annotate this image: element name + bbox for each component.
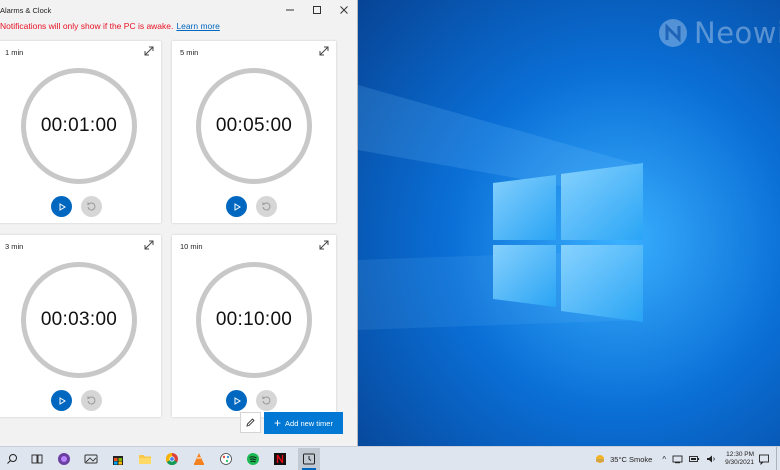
reset-timer-button[interactable]: [81, 390, 102, 411]
minimize-button[interactable]: [276, 0, 303, 20]
notification-center-icon[interactable]: [758, 453, 770, 465]
vlc-icon: [194, 453, 204, 465]
clock-time: 12:30 PM: [726, 450, 754, 458]
timer-card[interactable]: 3 min 00:03:00: [0, 235, 161, 417]
expand-icon[interactable]: [318, 45, 330, 57]
show-desktop-button[interactable]: [776, 447, 780, 470]
weather-text[interactable]: 35°C Smoke: [610, 455, 652, 464]
timer-dial: 00:05:00: [196, 68, 312, 184]
add-timer-label: Add new timer: [285, 418, 333, 428]
reset-timer-button[interactable]: [256, 390, 277, 411]
chrome-icon: [165, 453, 178, 466]
alarms-clock-window: Alarms & Clock Notifications will only s…: [0, 0, 358, 446]
expand-icon[interactable]: [143, 45, 155, 57]
netflix-icon: [274, 453, 286, 465]
taskbar-photos-button[interactable]: [83, 451, 99, 467]
timer-name: 3 min: [5, 242, 24, 251]
close-icon: [339, 6, 348, 14]
play-icon: [59, 202, 66, 211]
weather-icon[interactable]: [594, 453, 606, 465]
expand-icon[interactable]: [143, 239, 155, 251]
firefox-icon: [58, 453, 70, 465]
volume-icon[interactable]: [706, 454, 717, 464]
maximize-icon: [312, 6, 321, 14]
learn-more-link[interactable]: Learn more: [176, 21, 219, 31]
taskbar-vlc-button[interactable]: [191, 451, 207, 467]
plus-icon: +: [274, 416, 282, 430]
reset-timer-button[interactable]: [81, 196, 102, 217]
taskbar-clock[interactable]: 12:30 PM 9/30/2021: [725, 451, 754, 468]
timer-name: 10 min: [180, 242, 203, 251]
task-view-icon: [31, 454, 43, 464]
timer-time: 00:05:00: [215, 115, 293, 136]
maximize-button[interactable]: [303, 0, 330, 20]
play-icon: [59, 396, 66, 405]
taskbar-alarms-clock-button[interactable]: [298, 448, 320, 470]
chevron-up-icon[interactable]: ^: [662, 455, 666, 464]
taskbar-netflix-button[interactable]: [272, 451, 288, 467]
taskbar: 35°C Smoke ^ 12:30 PM 9/30/2021: [0, 446, 780, 470]
neowin-watermark: Neowin: [658, 16, 780, 50]
reset-icon: [262, 396, 271, 405]
title-bar[interactable]: Alarms & Clock: [0, 0, 357, 20]
neowin-logo-icon: [659, 19, 687, 47]
taskbar-spotify-button[interactable]: [245, 451, 261, 467]
start-timer-button[interactable]: [51, 390, 72, 411]
edit-timers-button[interactable]: [240, 412, 261, 433]
timer-name: 5 min: [180, 48, 199, 57]
taskbar-store-button[interactable]: [110, 451, 126, 467]
play-icon: [234, 202, 241, 211]
timer-time: 00:01:00: [40, 115, 118, 136]
timer-card[interactable]: 5 min 00:05:00: [172, 41, 336, 223]
taskbar-search-button[interactable]: [4, 451, 20, 467]
photos-icon: [84, 454, 98, 464]
alarms-clock-icon: [303, 453, 315, 465]
watermark-text: Neowin: [694, 16, 780, 50]
system-tray: 35°C Smoke ^ 12:30 PM 9/30/2021: [594, 447, 780, 470]
play-icon: [234, 396, 241, 405]
file-explorer-icon: [139, 455, 151, 464]
expand-icon[interactable]: [318, 239, 330, 251]
reset-icon: [87, 396, 96, 405]
start-timer-button[interactable]: [226, 196, 247, 217]
taskbar-file-explorer-button[interactable]: [137, 451, 153, 467]
timer-card[interactable]: 10 min 00:10:00: [172, 235, 336, 417]
network-icon[interactable]: [672, 454, 683, 464]
window-title: Alarms & Clock: [0, 5, 52, 15]
reset-icon: [87, 202, 96, 211]
taskbar-paint-button[interactable]: [218, 451, 234, 467]
reset-icon: [262, 202, 271, 211]
notification-notice: Notifications will only show if the PC i…: [0, 20, 357, 34]
close-button[interactable]: [330, 0, 357, 20]
notice-text: Notifications will only show if the PC i…: [0, 21, 174, 31]
timer-name: 1 min: [5, 48, 24, 57]
battery-icon[interactable]: [689, 454, 700, 464]
spotify-icon: [247, 453, 259, 465]
reset-timer-button[interactable]: [256, 196, 277, 217]
pencil-icon: [246, 418, 255, 427]
taskbar-task-view-button[interactable]: [29, 451, 45, 467]
taskbar-firefox-button[interactable]: [56, 451, 72, 467]
start-timer-button[interactable]: [226, 390, 247, 411]
start-timer-button[interactable]: [51, 196, 72, 217]
clock-date: 9/30/2021: [725, 459, 754, 466]
timer-card[interactable]: 1 min 00:01:00: [0, 41, 161, 223]
timer-time: 00:03:00: [40, 309, 118, 330]
timer-time: 00:10:00: [215, 309, 293, 330]
timer-dial: 00:01:00: [21, 68, 137, 184]
store-icon: [113, 456, 123, 465]
minimize-icon: [285, 9, 294, 11]
search-icon: [7, 454, 17, 464]
paint-icon: [220, 453, 232, 465]
timer-dial: 00:03:00: [21, 262, 137, 378]
taskbar-chrome-button[interactable]: [164, 451, 180, 467]
add-new-timer-button[interactable]: + Add new timer: [264, 412, 343, 434]
timer-dial: 00:10:00: [196, 262, 312, 378]
